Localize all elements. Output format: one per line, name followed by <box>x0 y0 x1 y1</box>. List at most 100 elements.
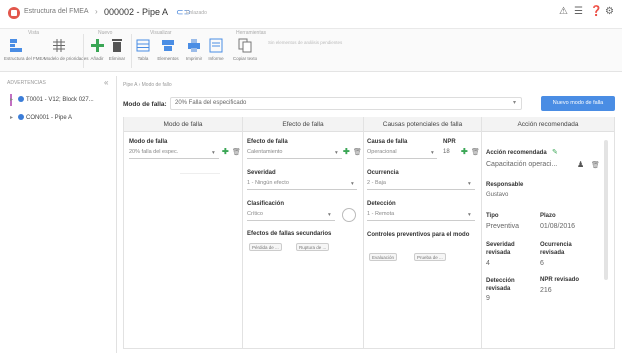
collapse-icon[interactable]: « <box>104 78 108 87</box>
delete-efecto-icon[interactable]: 🗑 <box>353 148 362 156</box>
deteccion-revisada-label: Detección revisada <box>486 278 515 292</box>
add-causa-icon[interactable]: ✚ <box>461 147 468 156</box>
delete-causa-icon[interactable]: 🗑 <box>471 148 480 156</box>
expand-caret-icon[interactable]: ▸ <box>10 96 13 103</box>
add-label: Añadir <box>90 56 104 61</box>
npr-revisado-value: 216 <box>540 287 552 294</box>
elementos-label: Elementos <box>157 56 179 61</box>
secondary-effect-chip[interactable]: Ruptura de ... <box>296 243 330 251</box>
delete-label: Eliminar <box>108 56 126 61</box>
deteccion-label: Detección <box>367 201 396 207</box>
secondary-effect-chip[interactable]: Pérdida de ... <box>249 243 282 251</box>
tree-item-con001[interactable]: ▸ CON001 - Pipe A <box>10 114 73 121</box>
breadcrumb-root[interactable]: Estructura del FMEA <box>24 8 89 15</box>
npr-value: 18 <box>443 149 450 155</box>
severidad-label: Severidad <box>247 170 276 176</box>
breadcrumb-current: 000002 - Pipe A <box>104 7 169 17</box>
ribbon-group-vista: Vista <box>28 30 40 36</box>
user-icon[interactable]: ♟ <box>577 160 584 169</box>
edit-icon[interactable]: ✎ <box>552 148 558 156</box>
npr-revisado-label: NPR revisado <box>540 277 580 283</box>
modo-falla-value: 20% Falla del especificado <box>175 100 247 106</box>
delete-accion-icon[interactable]: 🗑 <box>591 161 600 169</box>
copy-icon <box>238 38 252 53</box>
node-icon <box>18 96 24 102</box>
ribbon-note: Sin elementos de análisis pendientes <box>268 40 343 45</box>
vertical-scrollbar[interactable] <box>604 140 608 280</box>
chevron-down-icon: ▾ <box>212 150 215 156</box>
npr-label: NPR <box>443 139 456 145</box>
title-bar <box>0 0 622 24</box>
column-header-causas: Causas potenciales de falla <box>364 117 481 132</box>
severidad-select[interactable]: 1 - Ningún efecto <box>247 180 357 190</box>
table-icon <box>136 39 150 52</box>
nuevo-modo-button[interactable]: Nuevo modo de falla <box>541 96 615 111</box>
tree-item-label: T0001 - V12; Block 027... <box>26 97 94 103</box>
column-divider <box>242 117 243 349</box>
add-efecto-icon[interactable]: ✚ <box>343 147 350 156</box>
clasificacion-label: Clasificación <box>247 201 285 207</box>
ribbon-divider <box>83 34 84 68</box>
controles-preventivos-label: Controles preventivos para el modo <box>367 232 470 238</box>
ocurrencia-label: Ocurrencia <box>367 170 399 176</box>
add-button[interactable]: Añadir <box>88 38 106 68</box>
ribbon-group-nuevo: Nuevo <box>98 30 113 36</box>
print-icon <box>188 39 200 52</box>
copiar-texto-button[interactable]: Copiar texto <box>230 38 260 68</box>
responsable-value: Gustavo <box>486 192 509 198</box>
plazo-label: Plazo <box>540 213 556 219</box>
estructura-button[interactable]: Estructura del FMEA <box>4 38 46 68</box>
chevron-down-icon: ▾ <box>351 181 354 187</box>
list-icon[interactable]: ☰ <box>574 6 583 17</box>
tabla-label: Tabla <box>137 56 149 61</box>
panel-title: ADVERTENCIAS <box>7 80 46 86</box>
efecto-falla-select[interactable]: Calentamiento <box>247 149 342 159</box>
informe-label: Informe <box>208 56 224 61</box>
modelo-prioridades-button[interactable]: Modelo de prioridades <box>44 38 89 68</box>
settings-icon[interactable]: ⚙ <box>605 6 614 17</box>
report-icon <box>209 38 223 53</box>
tipo-label: Tipo <box>486 213 499 219</box>
preventive-control-chip[interactable]: Evaluación <box>369 253 398 261</box>
severidad-revisada-label: Severidad revisada <box>486 242 515 256</box>
chevron-down-icon: ▾ <box>431 150 434 156</box>
modo-falla-field[interactable]: 20% falla del espec. <box>129 149 219 159</box>
delete-button[interactable]: Eliminar <box>108 38 126 68</box>
column-divider <box>363 117 364 349</box>
tree-item-label: CON001 - Pipe A <box>26 115 73 121</box>
tipo-value: Preventiva <box>486 223 520 230</box>
causa-falla-select[interactable]: Operacional <box>367 149 437 159</box>
ribbon-group-herramientas: Herramientas <box>236 30 267 36</box>
ocurrencia-select[interactable]: 2 - Baja <box>367 180 475 190</box>
copiar-label: Copiar texto <box>232 56 258 61</box>
add-icon <box>91 39 104 52</box>
link-label: Enlazado <box>186 10 207 16</box>
informe-button[interactable]: Informe <box>206 38 226 68</box>
delete-modo-icon[interactable]: 🗑 <box>232 148 241 156</box>
deteccion-revisada-value: 9 <box>486 295 490 302</box>
expand-caret-icon[interactable]: ▸ <box>10 114 13 121</box>
tabla-button[interactable]: Tabla <box>134 38 152 68</box>
deteccion-select[interactable]: 1 - Remota <box>367 211 475 221</box>
chevron-down-icon: ▾ <box>468 181 471 187</box>
notifications-icon[interactable]: ⚠ <box>559 6 568 17</box>
classification-badge-icon <box>342 208 356 222</box>
elementos-button[interactable]: Elementos <box>156 38 180 68</box>
clasificacion-select[interactable]: Crítico <box>247 211 335 221</box>
content-path: Pipe A › Modo de fallo <box>123 82 172 88</box>
tree-item-t0001[interactable]: ▸ T0001 - V12; Block 027... <box>10 96 94 103</box>
imprimir-button[interactable]: Imprimir <box>182 38 206 68</box>
preventive-control-chip[interactable]: Prueba de ... <box>414 253 446 261</box>
estructura-label: Estructura del FMEA <box>4 56 46 61</box>
efecto-falla-label: Efecto de falla <box>247 139 288 145</box>
delete-icon <box>112 39 122 52</box>
imprimir-label: Imprimir <box>185 56 203 61</box>
ribbon-group-visualizar: Visualizar <box>150 30 172 36</box>
accion-recomendada-value[interactable]: Capacitación operaci... <box>486 161 557 168</box>
help-icon[interactable]: ❓ <box>590 6 602 17</box>
severidad-revisada-value: 4 <box>486 260 490 267</box>
add-modo-icon[interactable]: ✚ <box>222 147 229 156</box>
column-header-modo: Modo de falla <box>124 117 242 132</box>
structure-icon <box>10 39 22 52</box>
column-header-accion: Acción recomendada <box>482 117 614 132</box>
